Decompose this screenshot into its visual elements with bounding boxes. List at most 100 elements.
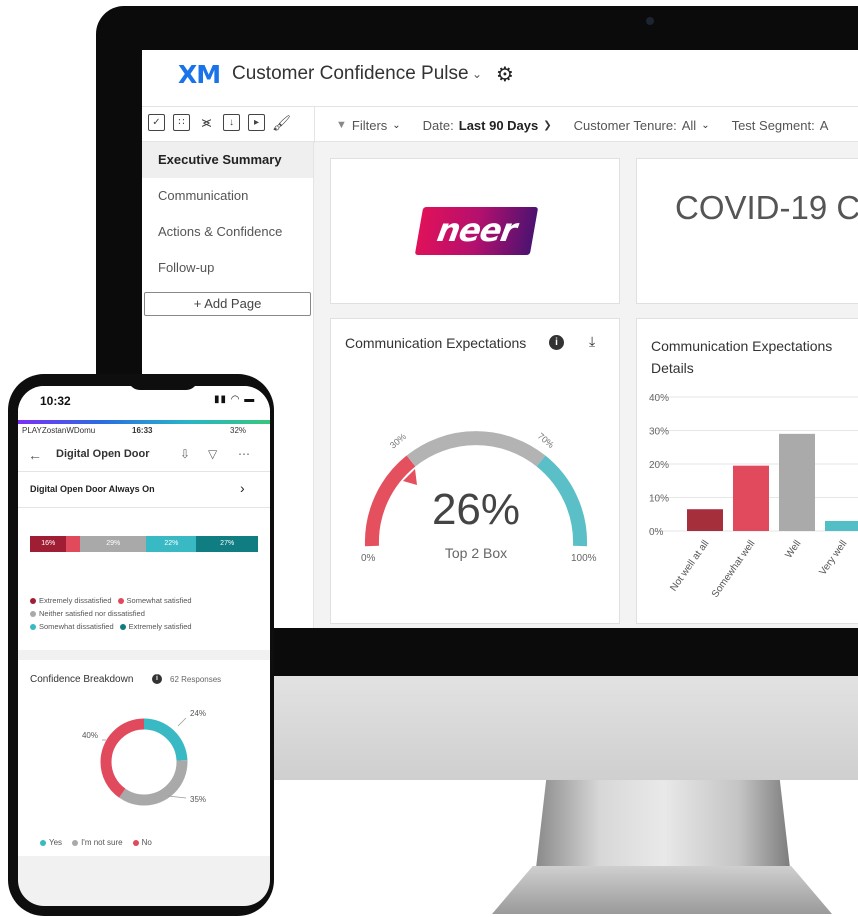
neer-logo: neer (414, 207, 539, 255)
y-tick-label: 10% (649, 494, 669, 505)
bar[interactable] (825, 520, 858, 531)
tenure-label: Customer Tenure: (573, 117, 677, 133)
x-tick-label: Well (783, 538, 803, 560)
chevron-down-icon: ⌄ (392, 119, 401, 131)
section-row[interactable]: Digital Open Door Always On › (18, 472, 270, 508)
android-status-bar: PLAYZostanWDomu 16:33 32% (18, 424, 270, 438)
segment-filter[interactable]: Test Segment: A (732, 118, 829, 133)
gauge-card: Communication Expectations i ⤓ 30% 70% 0… (330, 318, 620, 624)
funnel-icon: ▼ (336, 119, 347, 131)
gauge-arc-mid (406, 431, 546, 467)
sidebar-item-actions-confidence[interactable]: Actions & Confidence (142, 214, 313, 250)
monitor-stand (536, 780, 790, 868)
segment-label: Test Segment: (731, 117, 815, 133)
phone-notch (128, 386, 198, 390)
date-filter[interactable]: Date: Last 90 Days ❯ (423, 118, 552, 133)
stack-segment[interactable]: 16% (30, 536, 67, 552)
gauge-mark1-label: 30% (388, 431, 408, 450)
gauge-subtitle: Top 2 Box (444, 545, 508, 561)
legend-item: Somewhat dissatisfied (30, 622, 114, 631)
tenure-value: All (681, 117, 697, 133)
legend-item: No (132, 838, 152, 847)
y-tick-label: 30% (649, 427, 669, 438)
android-time: 16:33 (132, 426, 153, 435)
gauge-chart: 30% 70% 0% 100% (361, 431, 597, 564)
donut-legend: Yes I'm not sure No (40, 838, 152, 847)
x-tick-label: Somewhat well (710, 538, 758, 599)
bar-card: Communication Expectations Details 0% 10%… (636, 318, 858, 624)
slice-label: 40% (82, 731, 98, 740)
brush-icon[interactable]: 🖌 (272, 114, 291, 132)
covid-card: COVID-19 C (636, 158, 858, 304)
legend-item: Somewhat satisfied (117, 596, 192, 605)
stacked-bar: 16% 29% 22% 27% (30, 536, 258, 552)
slice-label: 24% (190, 709, 206, 718)
tool-icons: ✓ ∷ ⪤ ↓ ▸ 🖌 (148, 114, 291, 132)
monitor-stand-base (492, 866, 832, 914)
legend-row: Extremely dissatisfied Somewhat satisfie… (30, 596, 270, 605)
y-tick-label: 0% (649, 527, 664, 538)
stack-segment[interactable]: 29% (80, 536, 147, 552)
checklist-icon[interactable]: ✓ (148, 114, 165, 131)
phone-title: Digital Open Door (56, 448, 150, 460)
camera-icon (646, 17, 654, 25)
play-icon[interactable]: ▸ (248, 114, 265, 131)
dashboard-title[interactable]: Customer Confidence Pulse (232, 63, 469, 85)
stack-segment[interactable]: 27% (196, 536, 258, 552)
bar-chart: 0% 10% 20% 30% 40% Not well at allSomewhat we… (649, 393, 858, 600)
legend-row: Neither satisfied nor dissatisfied (30, 609, 270, 618)
xm-logo: XM (178, 60, 221, 89)
legend-row: Somewhat dissatisfied Extremely satisfie… (30, 622, 270, 631)
toolbar: ✓ ∷ ⪤ ↓ ▸ 🖌 ▼ Filters ⌄ Date: Last 90 Da… (142, 106, 858, 143)
y-tick-label: 20% (649, 460, 669, 471)
bar[interactable] (687, 509, 723, 531)
date-value: Last 90 Days (458, 117, 539, 133)
legend-item: Yes (40, 838, 62, 847)
filter-bar: ▼ Filters ⌄ Date: Last 90 Days ❯ Custome… (336, 107, 850, 143)
bar[interactable] (779, 433, 815, 531)
app-header: XM Customer Confidence Pulse ⌄ ⚙ (142, 50, 858, 106)
x-tick-label: Not well at all (668, 538, 711, 593)
tenure-filter[interactable]: Customer Tenure: All ⌄ (574, 118, 710, 133)
segment-value: A (819, 117, 829, 133)
gauge-value: 26% (431, 485, 521, 534)
date-label: Date: (422, 117, 454, 133)
chevron-down-icon[interactable]: ⌄ (472, 67, 482, 81)
chevron-down-icon: ❯ (543, 119, 552, 131)
section-label: Digital Open Door Always On (30, 484, 155, 494)
filters-button[interactable]: ▼ Filters ⌄ (336, 118, 401, 133)
carrier: PLAYZostanWDomu (22, 426, 96, 435)
donut-chart: 24% 35% 40% (82, 709, 206, 806)
legend-item: Extremely dissatisfied (30, 596, 112, 605)
more-icon[interactable]: ⋯ (238, 447, 250, 461)
stack-segment[interactable] (66, 536, 81, 552)
y-tick-label: 40% (649, 393, 669, 404)
chevron-down-icon: ⌄ (701, 119, 710, 131)
filter-icon[interactable]: ▽ (208, 447, 217, 461)
back-arrow-icon[interactable]: ← (28, 447, 42, 463)
slice-label: 35% (190, 795, 206, 804)
battery: 32% (230, 426, 247, 435)
sidebar-item-communication[interactable]: Communication (142, 178, 313, 214)
gear-icon[interactable]: ⚙ (496, 62, 514, 87)
bar[interactable] (733, 465, 769, 531)
chevron-right-icon: › (240, 480, 245, 496)
scatter-icon[interactable]: ∷ (173, 114, 190, 131)
export-icon[interactable]: ⇩ (180, 447, 190, 461)
toolbar-divider (314, 107, 315, 143)
phone-header: ← Digital Open Door ⇩ ▽ ⋯ (18, 438, 270, 472)
stack-segment[interactable]: 22% (146, 536, 197, 552)
download-icon[interactable]: ↓ (223, 114, 240, 131)
sidebar-item-follow-up[interactable]: Follow-up (142, 250, 313, 286)
ios-status-bar: 10:32 ▮▮ ◠ ▬ (18, 386, 270, 424)
sidebar-item-executive-summary[interactable]: Executive Summary (142, 142, 313, 178)
share-icon[interactable]: ⪤ (198, 114, 215, 131)
leader-line (177, 717, 187, 727)
logo-card: neer (330, 158, 620, 304)
legend-item: Extremely satisfied (119, 622, 192, 631)
x-tick-label: Very well (817, 538, 849, 577)
filters-label: Filters (351, 117, 388, 133)
monitor-chin (272, 676, 858, 780)
leader-line (167, 795, 187, 799)
add-page-button[interactable]: + Add Page (144, 292, 311, 316)
